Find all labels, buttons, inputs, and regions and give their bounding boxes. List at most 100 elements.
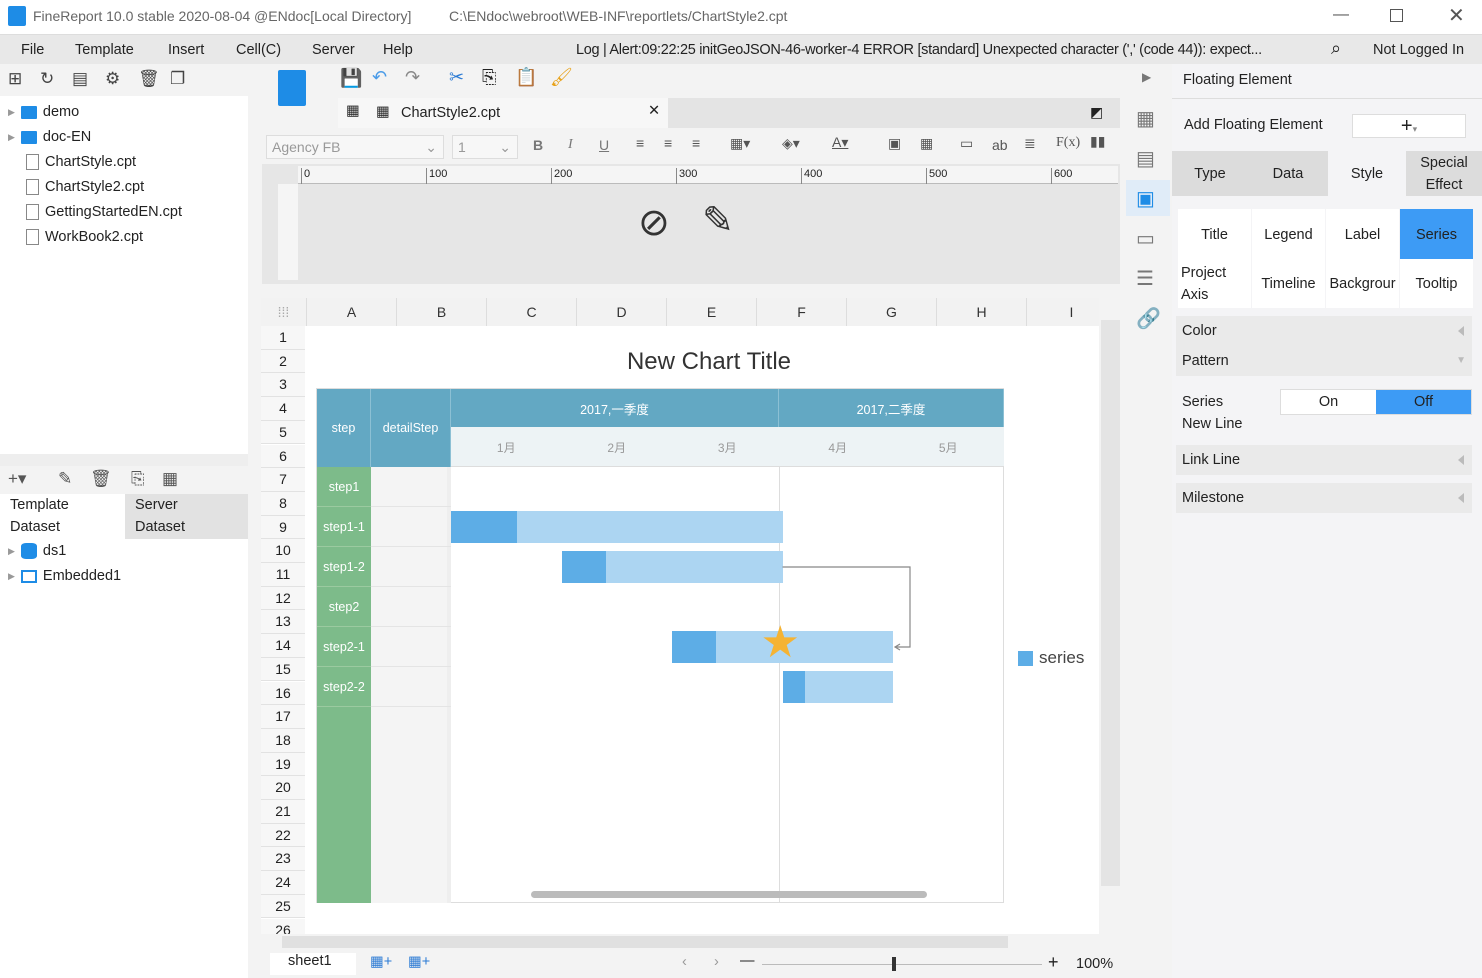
- add-polysheet-icon[interactable]: ▦+: [408, 954, 430, 970]
- tree-item-workbook2[interactable]: WorkBook2.cpt: [26, 226, 143, 248]
- row-header[interactable]: 8: [261, 491, 305, 516]
- align-left-icon[interactable]: ≡: [636, 135, 644, 151]
- sheet-tab[interactable]: sheet1: [270, 953, 356, 975]
- hide-icon[interactable]: ⊘: [638, 200, 670, 245]
- zoom-slider[interactable]: [762, 964, 1042, 965]
- row-header[interactable]: 25: [261, 894, 305, 919]
- condition-icon[interactable]: ☰: [1136, 266, 1154, 291]
- horizontal-scrollbar[interactable]: [262, 934, 1120, 950]
- row-header[interactable]: 1: [261, 326, 305, 350]
- preview-icon[interactable]: ⎘: [131, 469, 145, 489]
- floating-element-icon[interactable]: ▣: [1136, 186, 1155, 211]
- color-section[interactable]: Color: [1176, 316, 1472, 346]
- menu-file[interactable]: File: [21, 42, 44, 58]
- merge-icon[interactable]: ▣: [888, 135, 901, 152]
- italic-button[interactable]: I: [568, 137, 573, 153]
- zoom-in-button[interactable]: +: [1048, 952, 1059, 973]
- toggle-on[interactable]: On: [1281, 390, 1376, 414]
- copy-icon[interactable]: ⎘: [482, 67, 496, 88]
- toggle-off[interactable]: Off: [1376, 390, 1471, 414]
- dataset-ds1[interactable]: ▶ ds1: [8, 540, 66, 562]
- row-header[interactable]: 20: [261, 776, 305, 800]
- column-header-a[interactable]: A: [307, 298, 397, 326]
- chart-icon[interactable]: ▮▮: [1090, 133, 1105, 150]
- row-header[interactable]: 3: [261, 373, 305, 398]
- edit-icon[interactable]: ✎: [58, 469, 72, 489]
- pattern-section[interactable]: Pattern ▼: [1176, 346, 1472, 376]
- row-header[interactable]: 15: [261, 657, 305, 682]
- next-sheet-icon[interactable]: ›: [714, 954, 719, 970]
- row-header[interactable]: 13: [261, 610, 305, 635]
- dataset-settings-icon[interactable]: ▦: [162, 469, 178, 489]
- tree-item-demo[interactable]: ▶ demo: [8, 101, 79, 123]
- row-header[interactable]: 19: [261, 752, 305, 777]
- milestone-section[interactable]: Milestone: [1176, 483, 1472, 513]
- edit-pencil-icon[interactable]: ✎: [702, 198, 734, 243]
- row-header[interactable]: 7: [261, 468, 305, 492]
- chart-title[interactable]: New Chart Title: [308, 348, 1110, 376]
- add-floating-button[interactable]: +▾: [1352, 114, 1466, 138]
- column-header-e[interactable]: E: [667, 298, 757, 326]
- subtab-legend[interactable]: Legend: [1252, 209, 1325, 260]
- prev-sheet-icon[interactable]: ‹: [682, 954, 687, 970]
- redo-icon[interactable]: ↷: [405, 67, 420, 88]
- tree-item-gettingstarted[interactable]: GettingStartedEN.cpt: [26, 201, 182, 223]
- row-header[interactable]: 21: [261, 800, 305, 824]
- tab-template-dataset[interactable]: Template Dataset: [0, 494, 122, 539]
- new-folder-icon[interactable]: ⊞: [8, 69, 22, 89]
- open-icon[interactable]: ▤: [72, 69, 88, 89]
- login-status[interactable]: Not Logged In: [1373, 42, 1464, 58]
- row-header[interactable]: 10: [261, 539, 305, 563]
- log-alert[interactable]: Log | Alert:09:22:25 initGeoJSON-46-work…: [576, 42, 1326, 58]
- tab-chartstyle2[interactable]: ▦ ▦ ChartStyle2.cpt ✕: [338, 98, 668, 128]
- align-right-icon[interactable]: ≡: [692, 135, 700, 151]
- align-center-icon[interactable]: ≡: [664, 135, 672, 151]
- tab-menu-icon[interactable]: ◩: [1090, 104, 1103, 121]
- tab-server-dataset[interactable]: Server Dataset: [125, 494, 248, 539]
- row-header[interactable]: 26: [261, 918, 305, 934]
- tree-item-chartstyle[interactable]: ChartStyle.cpt: [26, 151, 136, 173]
- menu-cell[interactable]: Cell(C): [236, 42, 281, 58]
- delete-icon[interactable]: 🗑: [138, 69, 160, 89]
- cut-icon[interactable]: ✂: [449, 67, 464, 88]
- row-header[interactable]: 6: [261, 444, 305, 469]
- row-header[interactable]: 11: [261, 563, 305, 587]
- maximize-button[interactable]: [1390, 9, 1403, 22]
- tab-style[interactable]: Style: [1328, 151, 1406, 196]
- underline-button[interactable]: U: [599, 137, 609, 153]
- menu-server[interactable]: Server: [312, 42, 355, 58]
- collapse-icon[interactable]: ▶: [1142, 70, 1151, 84]
- chart-scrollbar[interactable]: [531, 891, 927, 898]
- menu-help[interactable]: Help: [383, 42, 413, 58]
- settings-icon[interactable]: ⚙: [105, 69, 120, 89]
- row-header[interactable]: 9: [261, 515, 305, 540]
- save-icon[interactable]: 💾: [340, 68, 362, 89]
- unmerge-icon[interactable]: ▦: [920, 135, 933, 152]
- row-header[interactable]: 17: [261, 705, 305, 729]
- cell-element-icon[interactable]: ▦: [1136, 106, 1155, 131]
- border-icon[interactable]: ▦▾: [730, 135, 750, 152]
- menu-insert[interactable]: Insert: [168, 42, 204, 58]
- format-painter-icon[interactable]: 🖌: [550, 67, 573, 88]
- zoom-slider-handle[interactable]: [892, 957, 896, 971]
- row-header[interactable]: 22: [261, 823, 305, 848]
- refresh-icon[interactable]: ↻: [40, 69, 54, 89]
- undo-icon[interactable]: ↶: [372, 67, 387, 88]
- link-line-section[interactable]: Link Line: [1176, 445, 1472, 475]
- subtab-timeline[interactable]: Timeline: [1252, 259, 1325, 308]
- search-icon[interactable]: ⌕: [1331, 38, 1341, 59]
- font-size-select[interactable]: 1 ⌄: [452, 135, 518, 159]
- column-header-d[interactable]: D: [577, 298, 667, 326]
- close-button[interactable]: ✕: [1448, 3, 1465, 28]
- template-icon[interactable]: [278, 70, 306, 106]
- column-header-b[interactable]: B: [397, 298, 487, 326]
- formula-icon[interactable]: F(x): [1056, 135, 1080, 151]
- fill-color-icon[interactable]: ◈▾: [782, 135, 800, 152]
- font-select[interactable]: Agency FB ⌄: [266, 135, 444, 159]
- wrap-icon[interactable]: ≣: [1024, 135, 1036, 152]
- row-header[interactable]: 2: [261, 349, 305, 374]
- add-sheet-icon[interactable]: ▦+: [370, 954, 392, 970]
- zoom-out-button[interactable]: —: [740, 953, 755, 969]
- subtab-title[interactable]: Title: [1178, 209, 1251, 260]
- column-header-g[interactable]: G: [847, 298, 937, 326]
